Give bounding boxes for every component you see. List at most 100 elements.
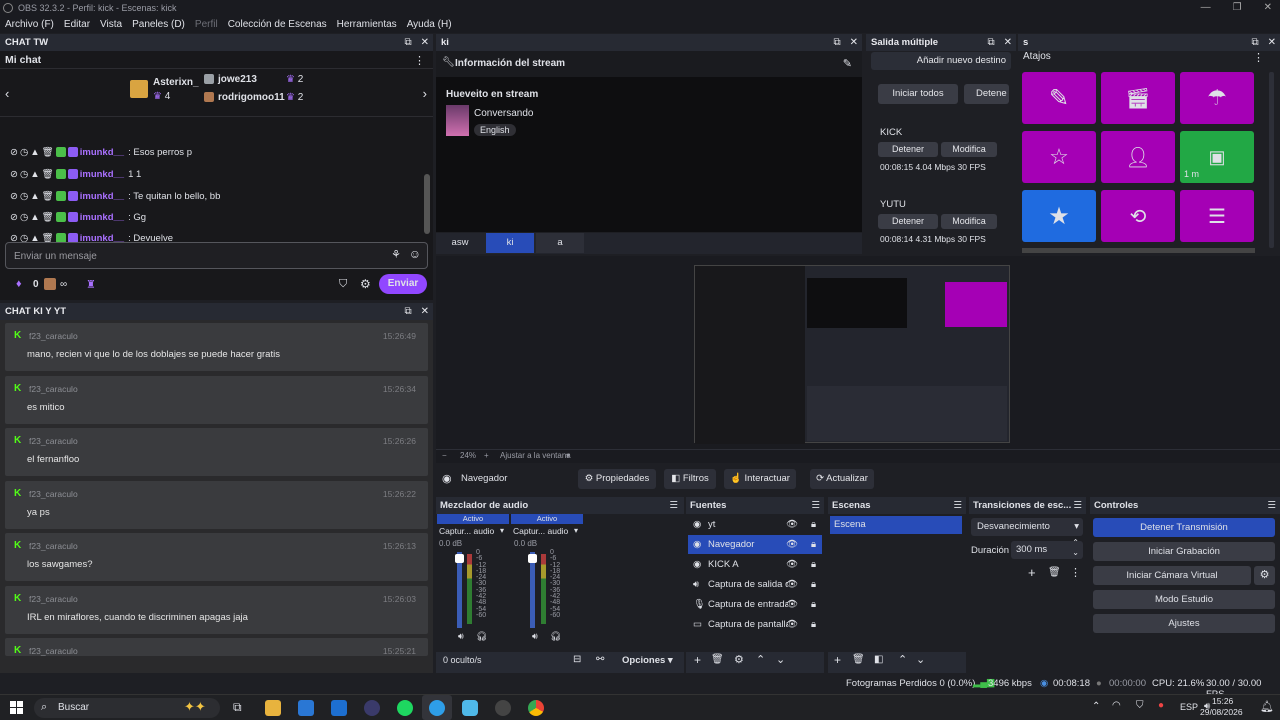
lock-icon[interactable]: 🔒︎ [811,535,816,554]
featured-shortcut-tile[interactable]: ★ [1022,190,1096,242]
menu-icon[interactable]: ☰ [953,497,962,514]
edit-shortcut-tile[interactable]: ✎ [1022,72,1096,124]
menu-archivo[interactable]: Archivo (F) [5,16,54,33]
source-item[interactable]: 🔊︎ Captura de salida d 👁︎ 🔒︎ [688,575,822,594]
warn-icon[interactable]: ▲ [30,212,39,223]
menu-icon[interactable]: ☰ [811,497,820,514]
scene-shortcut-tile[interactable]: 🎬︎ [1101,72,1175,124]
move-down-icon[interactable]: ⌄ [916,653,925,666]
menu-coleccion[interactable]: Colección de Escenas [228,16,327,33]
obs-taskbar-icon[interactable] [364,700,380,716]
trash-icon[interactable]: 🗑︎ [711,654,724,665]
chevron-right-icon[interactable]: › [423,86,427,101]
add-transition-icon[interactable]: + [1028,565,1036,580]
float-icon[interactable]: ⧉ [987,34,994,51]
studio-mode-button[interactable]: Modo Estudio [1093,590,1275,609]
headphones-icon[interactable]: 🎧︎ [476,631,487,642]
ban-icon[interactable]: ⊘ [10,169,18,180]
timeout-icon[interactable]: ◷ [20,169,28,180]
points-icon[interactable]: ♦ [16,278,22,290]
chat-username[interactable]: imunkd__ [80,169,124,180]
add-scene-icon[interactable]: + [834,653,841,667]
close-icon[interactable]: ✕ [850,34,858,51]
ban-icon[interactable]: ⊘ [10,191,18,202]
float-icon[interactable]: ⧉ [404,303,411,320]
tab-a[interactable]: a [536,233,584,253]
obs-taskbar-icon[interactable] [495,700,511,716]
duration-input[interactable]: 300 ms ⌃ ⌄ [1011,538,1083,559]
chevron-left-icon[interactable]: ‹ [5,86,9,101]
app-icon[interactable] [462,700,478,716]
eye-icon[interactable]: 👁︎ [786,575,798,594]
app-icon[interactable] [331,700,347,716]
scrollbar[interactable] [424,174,430,234]
fit-window-select[interactable]: Ajustar a la ventana [500,451,571,460]
timeout-icon[interactable]: ◷ [20,212,28,223]
follow-shortcut-tile[interactable]: ☆ [1022,131,1096,183]
taskbar-search[interactable]: ⌕ Buscar ✦✦ [34,698,220,718]
warn-icon[interactable]: ▲ [30,147,39,158]
settings-button[interactable]: Ajustes [1093,614,1275,633]
source-item[interactable]: ◉ yt 👁︎ 🔒︎ [688,515,822,534]
edge-icon[interactable] [429,700,445,716]
stop-target-button[interactable]: Detener [878,142,938,157]
source-item[interactable]: 🎙︎ Captura de entrada 👁︎ 🔒︎ [688,595,822,614]
layout-icon[interactable]: ⊟ [573,654,581,665]
source-item[interactable]: ▭ Captura de pantalla 👁︎ 🔒︎ [688,615,822,634]
clock-time[interactable]: 15:26 [1212,696,1233,706]
warn-icon[interactable]: ▲ [30,169,39,180]
volume-slider[interactable] [530,552,535,628]
stop-target-button[interactable]: Detener [878,214,938,229]
move-down-icon[interactable]: ⌄ [776,653,785,666]
timeout-icon[interactable]: ◷ [20,191,28,202]
chat-username[interactable]: imunkd__ [80,147,124,158]
replay-shortcut-tile[interactable]: ⟲ [1101,190,1175,242]
trash-icon[interactable]: 🗑︎ [852,654,865,665]
scene-item[interactable]: Escena [830,516,962,534]
menu-herramientas[interactable]: Herramientas [337,16,397,33]
transition-select[interactable]: Desvanecimiento ▾ [971,518,1083,536]
close-icon[interactable]: ✕ [1264,0,1272,16]
ban-icon[interactable]: ⊘ [10,212,18,223]
source-item[interactable]: ◉ Navegador 👁︎ 🔒︎ [688,535,822,554]
menu-ayuda[interactable]: Ayuda (H) [407,16,452,33]
bits-icon[interactable]: ⚘ [391,248,401,261]
send-button[interactable]: Enviar [379,274,427,294]
modify-target-button[interactable]: Modifica [941,214,997,229]
float-icon[interactable]: ⧉ [833,34,840,51]
link-icon[interactable]: ⚯ [596,654,604,665]
properties-button[interactable]: ⚙ Propiedades [578,469,656,489]
close-icon[interactable]: ✕ [1004,34,1012,51]
refresh-button[interactable]: ⟳ Actualizar [810,469,874,489]
more-options-icon[interactable]: ⋮ [1253,51,1264,64]
lock-icon[interactable]: 🔒︎ [811,515,816,534]
more-options-icon[interactable]: ⋮ [1070,566,1081,579]
chat-username[interactable]: imunkd__ [80,212,124,223]
trash-icon[interactable]: 🗑︎ [42,191,54,202]
lock-icon[interactable]: 🔒︎ [811,575,816,594]
language-indicator[interactable]: ESP [1180,702,1198,712]
eye-icon[interactable]: 👁︎ [786,515,798,534]
timer-shortcut-tile[interactable]: ▣ 1 m [1180,131,1254,183]
move-up-icon[interactable]: ⌃ [898,653,907,666]
start-all-button[interactable]: Iniciar todos [878,84,958,104]
tab-ki[interactable]: ki [486,233,534,253]
eye-icon[interactable]: 👁︎ [786,555,798,574]
minimize-icon[interactable]: — [1201,0,1211,16]
layout-shortcut-tile[interactable]: ☰ [1180,190,1254,242]
add-source-icon[interactable]: + [694,653,701,667]
menu-icon[interactable]: ☰ [1073,497,1082,514]
chat-username[interactable]: imunkd__ [80,191,124,202]
lock-icon[interactable]: 🔒︎ [811,595,816,614]
gear-icon[interactable]: ⚙ [360,277,371,291]
lock-icon[interactable]: 🔒︎ [811,615,816,634]
more-options-icon[interactable]: ⋮ [414,54,425,67]
outlook-icon[interactable] [298,700,314,716]
file-explorer-icon[interactable] [265,700,281,716]
task-view-icon[interactable]: ⧉ [233,700,242,715]
warn-icon[interactable]: ▲ [30,191,39,202]
modify-target-button[interactable]: Modifica [941,142,997,157]
trash-icon[interactable]: 🗑︎ [42,212,54,223]
chevron-down-icon[interactable]: ▾ [500,526,504,535]
add-destination-button[interactable]: Añadir nuevo destino [871,52,1011,70]
